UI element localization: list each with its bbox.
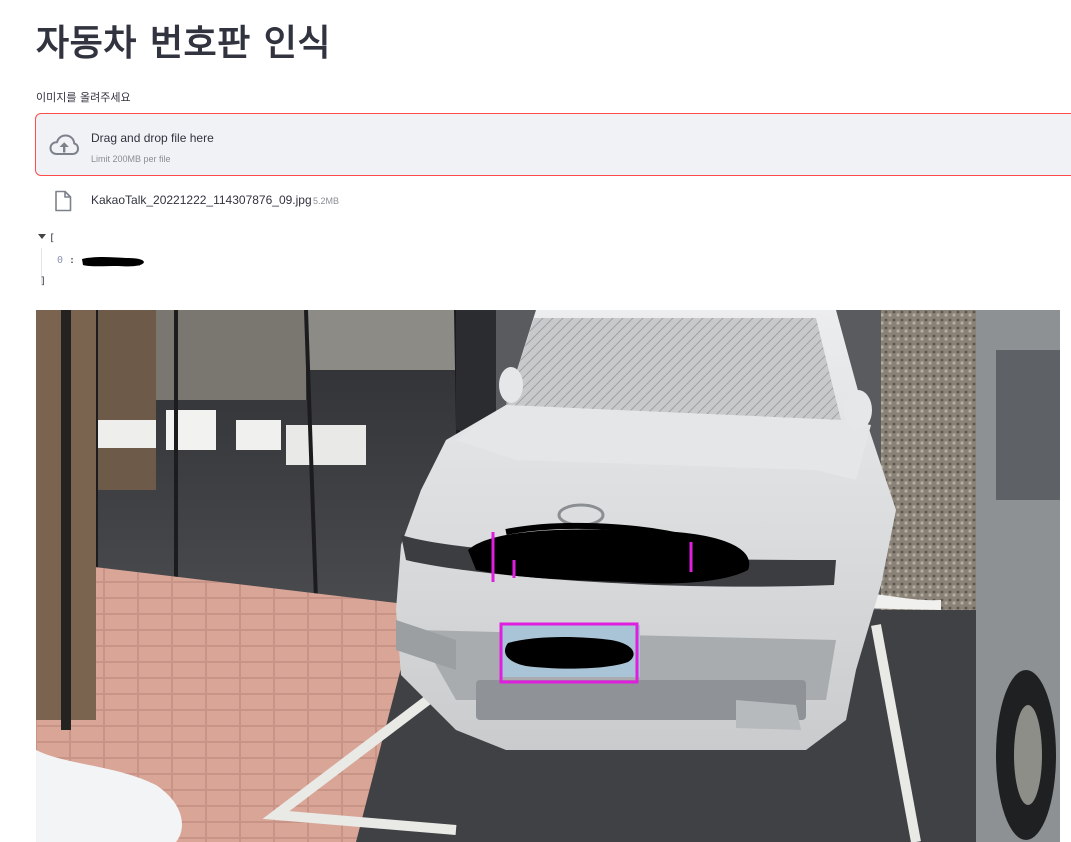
uploaded-file-name: KakaoTalk_20221222_114307876_09.jpg: [91, 193, 312, 207]
dropzone-instructions: Drag and drop file here: [91, 131, 214, 145]
file-icon: [54, 190, 72, 212]
detection-result-image: [36, 310, 1060, 842]
uploaded-file-size: 5.2MB: [313, 196, 340, 206]
dropzone-limit: Limit 200MB per file: [91, 154, 171, 164]
file-dropzone[interactable]: Drag and drop file here Limit 200MB per …: [35, 113, 1071, 176]
uploaded-file-row: KakaoTalk_20221222_114307876_09.jpg 5.2M…: [52, 190, 652, 212]
page-title: 자동차 번호판 인식: [36, 23, 332, 64]
json-index: 0: [57, 255, 64, 266]
redacted-value: [80, 254, 146, 270]
app-page: 자동차 번호판 인식 이미지를 올려주세요 Drag and drop file…: [0, 0, 1071, 842]
uploader-label: 이미지를 올려주세요: [36, 91, 131, 104]
car-photo: [36, 310, 1060, 842]
cloud-upload-icon: [49, 134, 79, 158]
json-separator: :: [69, 255, 76, 266]
collapse-toggle-icon[interactable]: [38, 234, 46, 239]
json-close-bracket: ]: [40, 276, 47, 287]
json-open-bracket: [: [49, 233, 56, 244]
